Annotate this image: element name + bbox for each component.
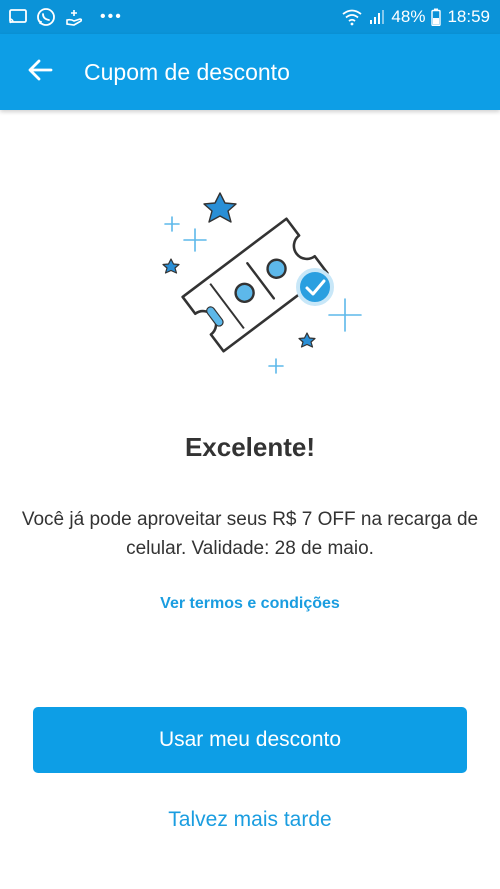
whatsapp-icon <box>36 7 56 27</box>
page-title: Cupom de desconto <box>84 58 290 85</box>
signal-icon <box>369 9 385 25</box>
back-button[interactable] <box>0 34 80 110</box>
hand-icon <box>64 7 86 27</box>
discount-message: Você já pode aproveitar seus R$ 7 OFF na… <box>21 509 479 559</box>
cast-icon <box>8 8 28 26</box>
arrow-left-icon <box>27 57 53 88</box>
terms-link[interactable]: Ver termos e condições <box>0 595 500 613</box>
battery-icon <box>431 8 442 26</box>
status-bar: ••• 48% 18:59 <box>0 0 500 34</box>
battery-percent: 48% <box>391 7 426 26</box>
maybe-later-button[interactable]: Talvez mais tarde <box>0 808 500 832</box>
discount-ticket-icon <box>150 185 370 385</box>
wifi-icon <box>341 8 363 26</box>
status-left-icons: ••• <box>8 7 123 27</box>
overflow-indicator: ••• <box>100 8 123 25</box>
app-bar: Cupom de desconto <box>0 34 500 110</box>
use-discount-button[interactable]: Usar meu desconto <box>33 707 467 773</box>
success-headline: Excelente! <box>184 432 316 462</box>
clock: 18:59 <box>447 7 490 26</box>
status-right-icons: 48% 18:59 <box>341 7 490 27</box>
